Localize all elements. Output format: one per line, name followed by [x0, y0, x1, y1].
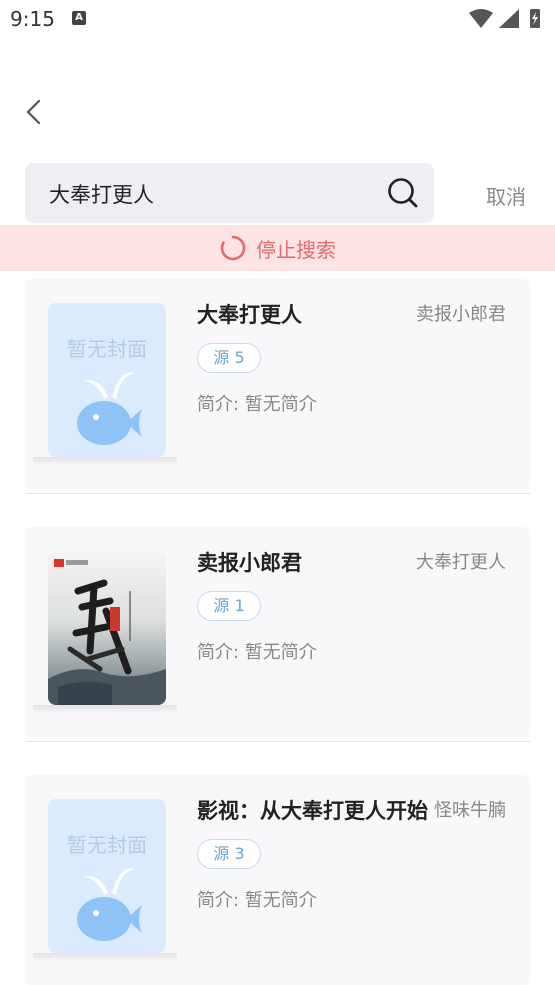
cover-placeholder-text: 暂无封面	[67, 833, 147, 857]
cover-placeholder-text: 暂无封面	[67, 337, 147, 361]
cancel-button[interactable]: 取消	[486, 181, 526, 210]
cover-shelf-shadow	[33, 705, 177, 713]
signal-icon	[499, 9, 519, 28]
status-time: 9:15	[10, 7, 55, 31]
search-input[interactable]: 大奉打更人	[25, 163, 434, 223]
cover-shelf-shadow	[33, 457, 177, 465]
book-intro: 简介: 暂无简介	[197, 642, 317, 663]
book-intro: 简介: 暂无简介	[197, 394, 317, 415]
book-cover-image	[48, 551, 166, 705]
back-button[interactable]	[18, 95, 52, 129]
book-author: 卖报小郎君	[416, 304, 506, 325]
stop-search-label: 停止搜索	[256, 237, 336, 262]
book-title: 影视：从大奉打更人开始	[197, 799, 428, 823]
book-title: 大奉打更人	[197, 303, 302, 327]
cover-shelf-shadow	[33, 953, 177, 961]
search-result-item[interactable]: 暂无封面 大奉打更人 卖报小郎君 源 5 简介: 暂无简介	[25, 279, 530, 489]
stop-search-bar[interactable]: 停止搜索	[0, 225, 555, 271]
search-result-item[interactable]: 卖报小郎君 大奉打更人 源 1 简介: 暂无简介	[25, 527, 530, 737]
source-count-badge: 源 1	[197, 591, 261, 621]
status-icons	[467, 7, 547, 35]
divider	[25, 493, 530, 494]
chevron-left-icon	[26, 99, 41, 125]
wifi-icon	[469, 9, 493, 28]
search-query: 大奉打更人	[49, 183, 154, 207]
book-intro: 简介: 暂无简介	[197, 890, 317, 911]
loading-spinner-icon	[220, 235, 246, 261]
notification-icon: A	[72, 11, 86, 25]
search-result-item[interactable]: 暂无封面 影视：从大奉打更人开始 怪味牛腩 源 3 简介: 暂无简介	[25, 775, 530, 985]
book-title: 卖报小郎君	[197, 551, 302, 575]
source-count-badge: 源 5	[197, 343, 261, 373]
book-cover-placeholder: 暂无封面	[48, 303, 166, 457]
whale-icon	[77, 372, 142, 445]
whale-icon	[77, 868, 142, 941]
search-icon[interactable]	[386, 176, 420, 210]
source-count-badge: 源 3	[197, 839, 261, 869]
book-author: 怪味牛腩	[434, 800, 506, 821]
book-cover-placeholder: 暂无封面	[48, 799, 166, 953]
status-bar: 9:15 A	[0, 0, 555, 38]
divider	[25, 741, 530, 742]
book-author: 大奉打更人	[416, 552, 506, 573]
